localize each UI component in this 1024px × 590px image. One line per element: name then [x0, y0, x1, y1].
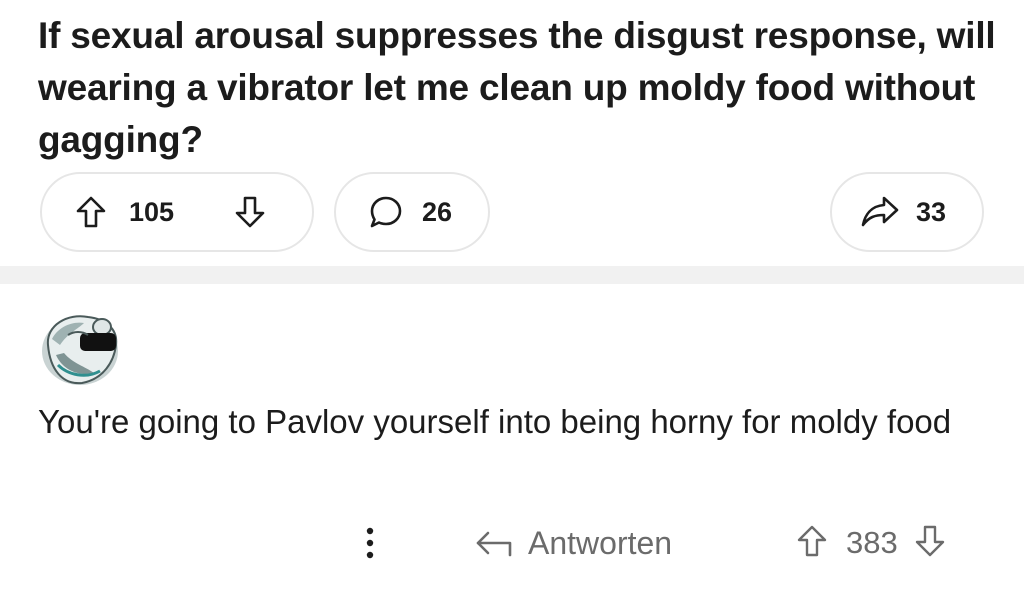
comment-bubble-icon	[370, 196, 402, 228]
bear-avatar-icon	[42, 315, 118, 385]
comment-vote-count: 383	[846, 525, 898, 560]
reply-button[interactable]: Antworten	[474, 520, 672, 566]
post-vote-bar: 105	[40, 172, 314, 252]
upvote-arrow-icon	[76, 196, 106, 228]
downvote-arrow-icon	[235, 196, 265, 228]
downvote-arrow-icon	[915, 525, 944, 556]
comments-button[interactable]: 26	[334, 172, 490, 252]
comment-downvote-button[interactable]	[914, 524, 946, 563]
vertical-dots-icon	[366, 527, 374, 559]
reddit-post-view: If sexual arousal suppresses the disgust…	[0, 0, 1024, 590]
comment-text: You're going to Pavlov yourself into bei…	[38, 403, 952, 440]
share-arrow-icon	[861, 196, 899, 227]
post-title: If sexual arousal suppresses the disgust…	[38, 15, 996, 160]
upvote-arrow-icon	[797, 525, 827, 556]
share-count: 33	[916, 196, 947, 227]
section-divider	[0, 266, 1024, 284]
comment-bubble-icon-wrap	[368, 194, 404, 230]
upvote-count: 105	[129, 196, 175, 227]
commenter-avatar[interactable]	[38, 305, 122, 389]
comment-upvote-button[interactable]	[796, 524, 828, 563]
reply-label: Antworten	[528, 524, 673, 561]
downvote-button[interactable]	[234, 195, 266, 229]
share-icon-wrap	[860, 195, 900, 229]
more-options-button[interactable]	[360, 520, 380, 566]
comment-vote-bar: 383	[796, 520, 946, 566]
upvote-button[interactable]	[75, 195, 107, 229]
share-button[interactable]: 33	[830, 172, 984, 252]
comment-count: 26	[422, 196, 453, 227]
reply-arrow-icon	[476, 531, 512, 557]
